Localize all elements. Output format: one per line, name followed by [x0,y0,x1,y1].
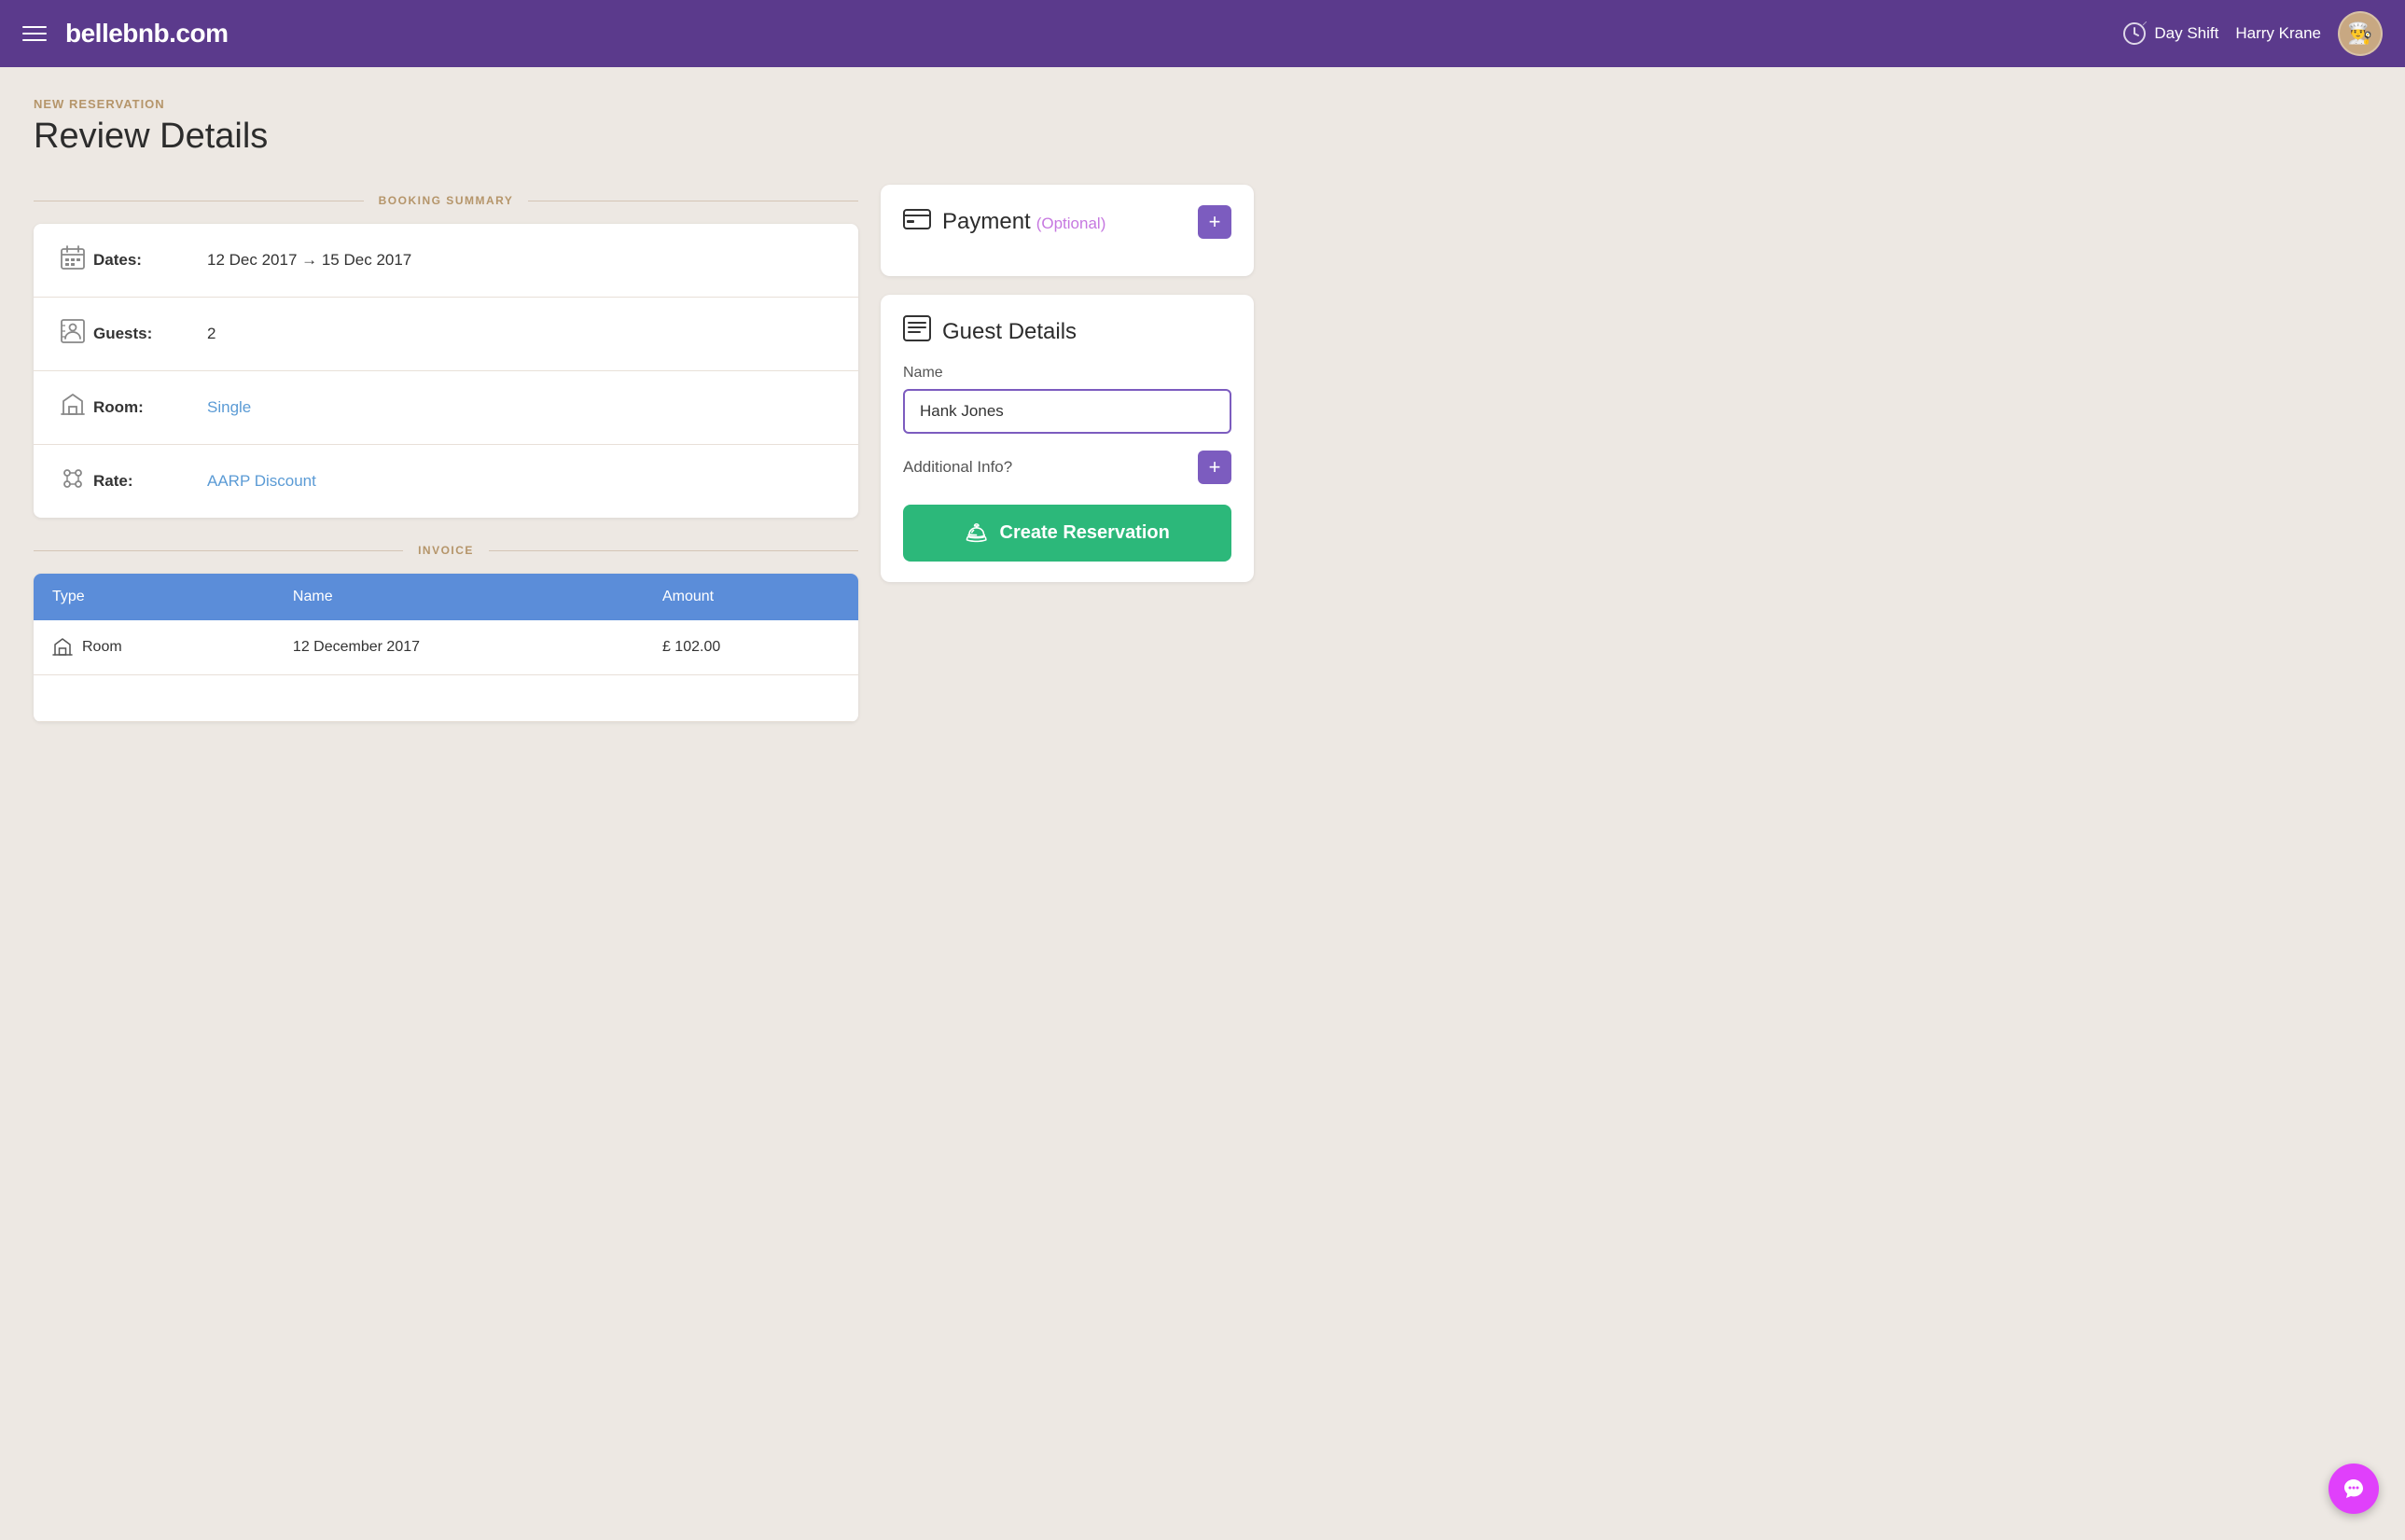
invoice-divider: INVOICE [34,544,858,557]
additional-info-row: Additional Info? + [903,451,1231,484]
guest-details-card: Guest Details Name Additional Info? + 🛎 … [881,295,1254,582]
booking-rate-row: Rate: AARP Discount [34,445,858,518]
row-name: 12 December 2017 [274,620,644,675]
create-btn-icon: 🛎 [965,521,988,545]
payment-card: Payment(Optional) + [881,185,1254,276]
left-panel: BOOKING SUMMARY [34,185,858,722]
booking-summary-divider: BOOKING SUMMARY [34,194,858,207]
logo: bellebnb.com [65,19,2122,49]
breadcrumb: NEW RESERVATION [34,97,1254,111]
shift-label: Day Shift [2154,24,2218,43]
payment-icon [903,209,931,236]
calendar-icon [60,244,93,276]
rate-icon [60,465,93,497]
guests-icon [60,318,93,350]
rate-label: Rate: [93,472,177,491]
booking-summary-card: Dates: 12 Dec 2017 → 15 Dec 2017 Guests: [34,224,858,518]
page-title: Review Details [34,117,1254,157]
guest-icon [903,315,931,348]
rate-value[interactable]: AARP Discount [207,472,316,491]
room-label: Room: [93,398,177,417]
payment-add-button[interactable]: + [1198,205,1231,239]
name-field-group: Name [903,365,1231,434]
chat-bubble-button[interactable] [2329,1464,2379,1514]
row-type: Room [34,620,274,675]
payment-title: Payment(Optional) [942,209,1105,235]
booking-summary-label: BOOKING SUMMARY [364,194,529,207]
dates-label: Dates: [93,251,177,270]
guest-details-header: Guest Details [903,315,1231,348]
booking-guests-row: Guests: 2 [34,298,858,371]
chat-icon [2341,1476,2367,1502]
guests-label: Guests: [93,325,177,343]
dates-value: 12 Dec 2017 → 15 Dec 2017 [207,251,411,270]
booking-dates-row: Dates: 12 Dec 2017 → 15 Dec 2017 [34,224,858,298]
payment-header: Payment(Optional) + [903,205,1231,239]
menu-button[interactable] [22,26,47,41]
room-icon [60,392,93,423]
invoice-header-row: Type Name Amount [34,574,858,620]
col-name: Name [274,574,644,620]
table-row: Room 12 December 2017 £ 102.00 [34,620,858,675]
invoice-label: INVOICE [403,544,489,557]
col-type: Type [34,574,274,620]
name-input[interactable] [903,389,1231,434]
invoice-table: Type Name Amount [34,574,858,722]
name-field-label: Name [903,365,1231,382]
guest-details-title: Guest Details [942,319,1077,345]
header: bellebnb.com Day Shift Harry Krane 👨‍🍳 [0,0,2405,67]
additional-info-add-button[interactable]: + [1198,451,1231,484]
payment-optional: (Optional) [1036,215,1106,232]
username-label: Harry Krane [2235,24,2321,43]
header-right: Day Shift Harry Krane 👨‍🍳 [2122,11,2383,56]
right-panel: Payment(Optional) + [881,185,1254,601]
col-amount: Amount [644,574,858,620]
room-value[interactable]: Single [207,398,251,417]
content-area: BOOKING SUMMARY [34,185,1254,722]
booking-room-row: Room: Single [34,371,858,445]
main-content: NEW RESERVATION Review Details BOOKING S… [0,67,1287,752]
table-row-empty [34,675,858,722]
create-reservation-button[interactable]: 🛎 Create Reservation [903,505,1231,562]
avatar[interactable]: 👨‍🍳 [2338,11,2383,56]
additional-info-label: Additional Info? [903,458,1012,477]
room-type-icon [52,637,73,658]
guests-value: 2 [207,325,215,343]
shift-icon [2122,21,2147,46]
shift-indicator: Day Shift [2122,21,2218,46]
create-btn-label: Create Reservation [1000,522,1170,544]
row-amount: £ 102.00 [644,620,858,675]
